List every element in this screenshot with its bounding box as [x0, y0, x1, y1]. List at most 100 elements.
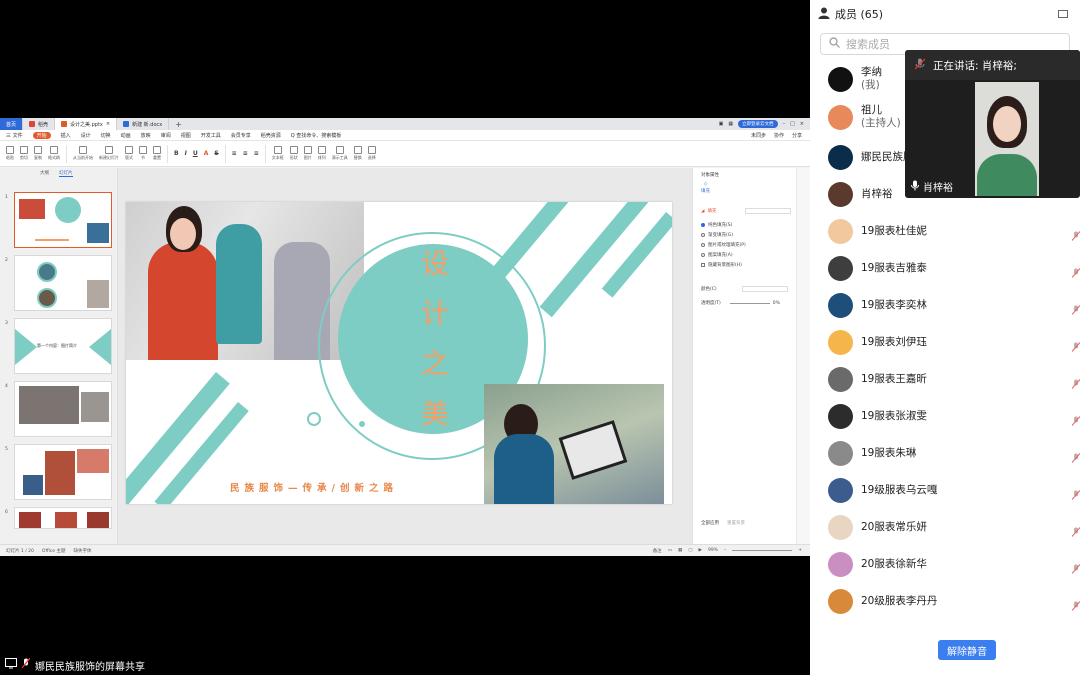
- bold-button[interactable]: B: [174, 150, 179, 157]
- hide-bg-option[interactable]: 隐藏背景图形(H): [701, 262, 742, 268]
- arrange-button[interactable]: 排列: [317, 146, 326, 161]
- replace-button[interactable]: 替换: [353, 146, 362, 161]
- play-icon[interactable]: ▶: [698, 548, 701, 553]
- paste-button[interactable]: 粘贴: [6, 146, 14, 161]
- tab-docx[interactable]: 新建 新.docx: [117, 118, 170, 130]
- member-row[interactable]: 19服表吉雅泰: [828, 254, 1080, 282]
- missing-font-button[interactable]: 缺失字体: [73, 548, 91, 554]
- reset-button[interactable]: 重置: [153, 146, 161, 161]
- reading-view-icon[interactable]: ▢: [688, 548, 692, 553]
- menu-file[interactable]: 三 文件: [6, 132, 23, 139]
- fill-option[interactable]: 纯色填充(S): [701, 222, 732, 228]
- align-center-icon[interactable]: ≡: [243, 150, 248, 157]
- color-picker[interactable]: [741, 286, 788, 292]
- active-speaker-window[interactable]: 正在讲话: 肖梓裕; 肖梓裕: [905, 50, 1080, 198]
- normal-view-icon[interactable]: ▭: [668, 548, 672, 553]
- tab-daoke[interactable]: 稻壳: [23, 118, 56, 130]
- transparency-value[interactable]: 0%: [773, 301, 780, 306]
- member-row[interactable]: 19服表王嘉昕: [828, 365, 1080, 393]
- textbox-button[interactable]: 文本框: [272, 146, 284, 161]
- fill-option[interactable]: 图片或纹理填充(P): [701, 242, 746, 248]
- strikethrough-button[interactable]: S: [214, 150, 218, 157]
- menu-animation[interactable]: 动画: [121, 132, 131, 139]
- fill-option[interactable]: 图案填充(A): [701, 252, 733, 258]
- align-right-icon[interactable]: ≡: [254, 150, 259, 157]
- popout-window-icon[interactable]: [1058, 10, 1068, 18]
- member-row[interactable]: 19服表李奕林: [828, 291, 1080, 319]
- small-dot: [359, 421, 365, 427]
- slide-thumbnail[interactable]: 第一个内容：图片简介: [14, 318, 112, 374]
- member-row[interactable]: 20级服表李丹丹: [828, 587, 1080, 615]
- zoom-level[interactable]: 99%: [708, 548, 718, 553]
- member-row[interactable]: 20服表徐新华: [828, 550, 1080, 578]
- minimize-icon[interactable]: –: [783, 121, 786, 127]
- menu-design[interactable]: 设计: [81, 132, 91, 139]
- member-row[interactable]: 20服表常乐妍: [828, 513, 1080, 541]
- member-row[interactable]: 19服表杜佳妮: [828, 217, 1080, 245]
- slide-thumbnail[interactable]: [14, 255, 112, 311]
- reset-background-button[interactable]: 重置背景: [727, 520, 745, 526]
- select-button[interactable]: 选择: [367, 146, 376, 161]
- zoom-slider[interactable]: [732, 550, 793, 551]
- tab-outline[interactable]: 大纲: [40, 170, 49, 176]
- member-row[interactable]: 19服表朱琳: [828, 439, 1080, 467]
- slide-thumbnail[interactable]: [14, 507, 112, 529]
- underline-button[interactable]: U: [193, 150, 198, 157]
- font-color-button[interactable]: A: [204, 150, 209, 157]
- fill-dropdown[interactable]: [745, 208, 792, 214]
- new-slide-button[interactable]: 新建幻灯片: [99, 146, 119, 161]
- slide-thumbnail[interactable]: [14, 444, 112, 500]
- tab-slides[interactable]: 幻灯片: [59, 170, 73, 177]
- notes-button[interactable]: 备注: [653, 548, 662, 554]
- cut-button[interactable]: 剪切: [20, 146, 28, 161]
- main-slide[interactable]: 设 计 之 美 民族服饰—传承/创新之路: [126, 202, 672, 504]
- tab-home[interactable]: 首页: [0, 118, 24, 130]
- fill-option[interactable]: 渐变填充(G): [701, 232, 733, 238]
- play-from-current-button[interactable]: 从当前开始: [73, 146, 93, 161]
- window-close-icon[interactable]: ×: [800, 121, 804, 127]
- format-painter-button[interactable]: 格式刷: [48, 146, 60, 161]
- member-row[interactable]: 19服表张淑雯: [828, 402, 1080, 430]
- member-row[interactable]: 19级服表乌云嘎: [828, 476, 1080, 504]
- shape-button[interactable]: 形状: [289, 146, 298, 161]
- apply-all-button[interactable]: 全部应用: [701, 520, 719, 526]
- menu-start[interactable]: 开始: [32, 131, 51, 139]
- picture-button[interactable]: 图片: [303, 146, 312, 161]
- menu-developer[interactable]: 开发工具: [201, 132, 221, 139]
- menu-resources[interactable]: 稻壳资源: [261, 132, 281, 139]
- menu-review[interactable]: 审阅: [161, 132, 171, 139]
- menu-insert[interactable]: 插入: [61, 132, 71, 139]
- unmute-button[interactable]: 解除静音: [938, 640, 996, 660]
- share-button[interactable]: 分享: [792, 132, 802, 139]
- fill-section-header[interactable]: ◢ 填充: [701, 208, 792, 214]
- member-row[interactable]: 19服表刘伊珏: [828, 328, 1080, 356]
- menu-transition[interactable]: 切换: [101, 132, 111, 139]
- menu-member[interactable]: 会员专享: [231, 132, 251, 139]
- menu-view[interactable]: 视图: [181, 132, 191, 139]
- grid-icon[interactable]: ▦: [728, 121, 733, 127]
- maximize-icon[interactable]: □: [790, 121, 795, 127]
- align-left-icon[interactable]: ≡: [232, 150, 237, 157]
- props-header: 对象属性: [701, 172, 719, 178]
- presentation-tools-button[interactable]: 演示工具: [332, 146, 348, 161]
- close-icon[interactable]: ×: [106, 121, 110, 127]
- window-layout-icon[interactable]: ▣: [719, 121, 724, 127]
- sync-status[interactable]: 未同步: [751, 132, 766, 139]
- transparency-slider[interactable]: [729, 302, 770, 304]
- tab-pptx[interactable]: 设计之美.pptx ×: [55, 118, 118, 130]
- new-tab-icon[interactable]: +: [169, 120, 188, 129]
- command-search[interactable]: Q 查找命令、搜索模板: [291, 132, 342, 139]
- collaborate-button[interactable]: 协作: [774, 132, 784, 139]
- copy-button[interactable]: 复制: [34, 146, 42, 161]
- fill-tab[interactable]: ◇ 填充: [701, 182, 710, 194]
- layout-button[interactable]: 版式: [125, 146, 133, 161]
- slide-thumbnail[interactable]: [14, 192, 112, 248]
- italic-button[interactable]: I: [185, 150, 187, 157]
- menu-slideshow[interactable]: 放映: [141, 132, 151, 139]
- zoom-in-icon[interactable]: +: [798, 548, 802, 553]
- slide-thumbnail[interactable]: [14, 381, 112, 437]
- section-button[interactable]: 节: [139, 146, 147, 161]
- zoom-out-icon[interactable]: –: [724, 548, 726, 553]
- login-button[interactable]: 立即登录云文档: [738, 120, 778, 128]
- sorter-view-icon[interactable]: ▦: [678, 548, 682, 553]
